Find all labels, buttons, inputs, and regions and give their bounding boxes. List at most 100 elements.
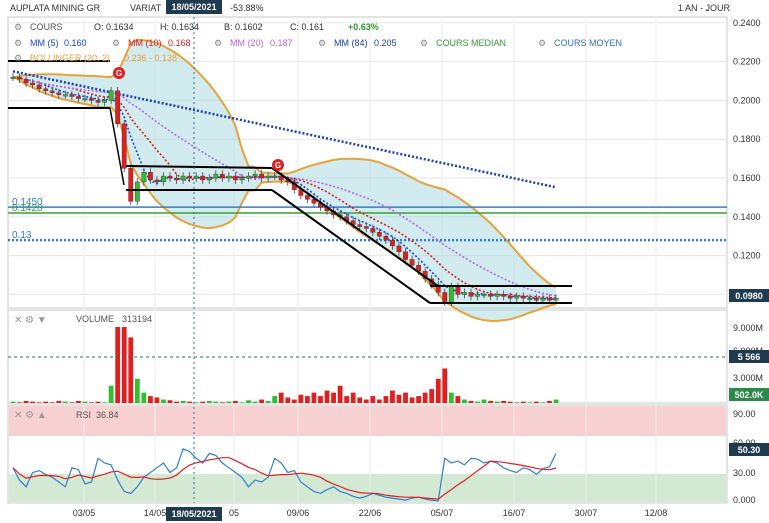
x-tick-4: 09/06	[287, 508, 310, 518]
volume-bar	[10, 401, 16, 403]
candle-body	[481, 294, 487, 297]
candle-body	[390, 239, 395, 247]
candle-body	[23, 78, 29, 84]
svg-text:⚙: ⚙	[318, 38, 326, 48]
svg-text:⚙: ⚙	[14, 38, 22, 48]
volume-bar	[226, 401, 232, 403]
svg-text:H: 0.1634: H: 0.1634	[160, 22, 199, 32]
volume-bar	[174, 401, 179, 403]
price-tick-2: 0.2000	[733, 95, 761, 105]
volume-bar	[219, 402, 225, 403]
volume-bar	[95, 401, 101, 403]
svg-text:C: 0.161: C: 0.161	[290, 22, 324, 32]
svg-text:MM (20): MM (20)	[230, 38, 264, 48]
volume-bar	[501, 400, 507, 403]
candle-body	[501, 294, 507, 297]
svg-text:B: 0.1602: B: 0.1602	[224, 22, 263, 32]
svg-text:RSI: RSI	[76, 410, 91, 420]
svg-text:313194: 313194	[122, 314, 152, 324]
volume-bar	[154, 397, 160, 403]
svg-text:VOLUME: VOLUME	[76, 314, 114, 324]
candle-body	[128, 168, 134, 202]
volume-bar	[76, 400, 81, 403]
svg-text:+0.63%: +0.63%	[348, 22, 379, 32]
candle-body	[547, 298, 552, 301]
volume-bar	[43, 401, 49, 403]
volume-bar	[520, 401, 526, 403]
period-label[interactable]: 1 AN - JOUR	[678, 3, 731, 13]
svg-text:⚙: ⚙	[538, 38, 546, 48]
candle-body	[206, 177, 212, 181]
candle-body	[233, 175, 238, 181]
candle-body	[167, 175, 173, 179]
candle-body	[121, 123, 127, 169]
level-label-1: 0.1420	[12, 203, 43, 214]
candle-body	[442, 292, 448, 303]
signal-marker-1[interactable]: G	[113, 67, 125, 79]
candle-body	[193, 175, 199, 179]
volume-bar	[488, 400, 493, 403]
candle-body	[108, 90, 114, 101]
volume-bar	[376, 399, 382, 403]
price-tick-5: 0.1400	[733, 212, 761, 222]
volume-bar	[200, 401, 206, 403]
cursor-date-bottom: 18/05/2021	[171, 509, 216, 519]
volume-bar	[278, 392, 284, 403]
candle-body	[89, 98, 94, 101]
candle-body	[213, 173, 219, 179]
candle-body	[514, 296, 520, 299]
candle-body	[520, 296, 526, 299]
candle-body	[272, 175, 278, 178]
svg-text:36.84: 36.84	[96, 410, 119, 420]
volume-bar	[17, 402, 22, 403]
candle-body	[363, 226, 369, 229]
svg-text:MM (5): MM (5)	[30, 38, 59, 48]
svg-text:✕ ⚙ ▼: ✕ ⚙ ▼	[14, 315, 47, 326]
volume-bar	[128, 337, 134, 403]
volume-bar	[553, 399, 559, 403]
candle-body	[30, 82, 36, 86]
x-tick-5: 22/06	[359, 508, 382, 518]
candle-body	[527, 298, 533, 300]
volume-bar	[89, 402, 94, 403]
candle-body	[246, 175, 251, 179]
volume-bar	[331, 392, 336, 403]
volume-bar	[246, 400, 251, 403]
volume-bar	[298, 394, 304, 403]
volume-bar	[318, 396, 323, 403]
candle-body	[82, 98, 88, 101]
price-axis: 0.2400 0.2200 0.2000 0.1800 0.1600 0.1400 0.12…	[733, 18, 761, 300]
volume-bar	[69, 402, 75, 403]
volume-bar	[422, 392, 428, 403]
x-tick-3: 05	[229, 508, 239, 518]
volume-bar	[442, 368, 448, 403]
legend-bollinger: ⚙ BOLLINGER (20, 2) 0.236 - 0.138	[14, 53, 177, 63]
volume-tick-3: 3.000M	[733, 373, 763, 383]
volume-bar	[448, 392, 454, 403]
volume-bar	[462, 399, 467, 403]
x-tick-7: 16/07	[503, 508, 526, 518]
volume-bar	[259, 399, 265, 403]
candle-body	[383, 236, 389, 241]
volume-bar	[115, 327, 121, 403]
stock-chart[interactable]: 0.14500.14200.13 G G AUPLATA MINING GR V…	[0, 0, 769, 523]
volume-bar	[324, 390, 330, 403]
volume-bar	[121, 327, 127, 403]
candle-body	[17, 76, 22, 80]
price-tick-3: 0.1800	[733, 134, 761, 144]
candle-body	[370, 228, 376, 233]
signal-marker-2[interactable]: G	[272, 159, 284, 171]
svg-text:0.160: 0.160	[64, 38, 87, 48]
volume-bar	[533, 401, 539, 403]
last-price-label: 0.0980	[735, 291, 763, 301]
volume-bar	[213, 401, 219, 403]
volume-bar	[429, 389, 435, 403]
volume-bar	[82, 401, 88, 403]
candle-body	[141, 171, 147, 183]
candle-body	[187, 175, 193, 179]
svg-text:⚙: ⚙	[420, 38, 428, 48]
candle-body	[494, 294, 500, 297]
variation-label: VARIAT	[130, 3, 162, 13]
candle-body	[62, 94, 68, 97]
instrument-name: AUPLATA MINING GR	[10, 3, 101, 13]
